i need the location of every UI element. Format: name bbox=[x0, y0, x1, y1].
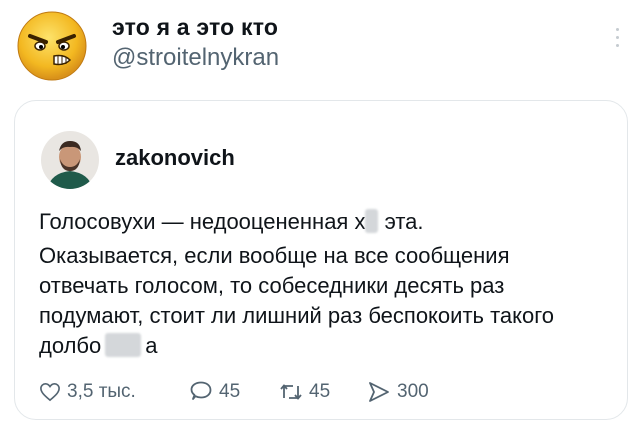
repost-icon bbox=[280, 384, 302, 400]
reply-button[interactable]: 45 bbox=[189, 379, 240, 405]
repost-button[interactable]: 45 bbox=[279, 379, 330, 405]
action-bar: 3,5 тыс. 45 45 300 bbox=[39, 379, 599, 405]
heart-icon bbox=[40, 382, 60, 402]
post-header: это я а это кто @stroitelnykran bbox=[8, 4, 632, 92]
reply-count: 45 bbox=[219, 381, 241, 402]
angry-emoji-icon[interactable] bbox=[16, 10, 88, 82]
quote-line-3-part-a: долбо bbox=[39, 333, 102, 358]
censor-blur bbox=[105, 333, 142, 357]
quoted-author-name[interactable]: zakonovich bbox=[115, 145, 235, 171]
quote-line-2: Оказывается, если вообще на все сообщени… bbox=[39, 243, 555, 328]
author-name[interactable]: это я а это кто bbox=[112, 14, 278, 41]
quote-line-1: Голосовухи — недооцененная х эта. bbox=[39, 207, 599, 237]
censor-blur bbox=[365, 209, 379, 233]
quote-line-3-part-b: а bbox=[145, 333, 158, 358]
author-handle[interactable]: @stroitelnykran bbox=[112, 44, 279, 72]
quoted-post-card[interactable]: zakonovich Голосовухи — недооцененная х … bbox=[14, 100, 628, 420]
like-button[interactable]: 3,5 тыс. bbox=[39, 379, 136, 405]
more-vertical-icon[interactable] bbox=[612, 28, 622, 56]
like-count: 3,5 тыс. bbox=[67, 381, 136, 402]
views-arrow-icon bbox=[369, 382, 389, 402]
quote-line-1-part-b: эта. bbox=[384, 209, 424, 234]
quoted-post-text: Голосовухи — недооцененная х эта. Оказыв… bbox=[39, 207, 599, 361]
quote-line-3: долбо а bbox=[39, 331, 599, 361]
quoted-author-avatar[interactable] bbox=[41, 131, 99, 189]
views-count: 300 bbox=[397, 381, 429, 402]
reply-bubble-icon bbox=[190, 381, 212, 400]
quote-line-1-part-a: Голосовухи — недооцененная х bbox=[39, 209, 366, 234]
views-button[interactable]: 300 bbox=[367, 379, 429, 405]
repost-count: 45 bbox=[309, 381, 331, 402]
